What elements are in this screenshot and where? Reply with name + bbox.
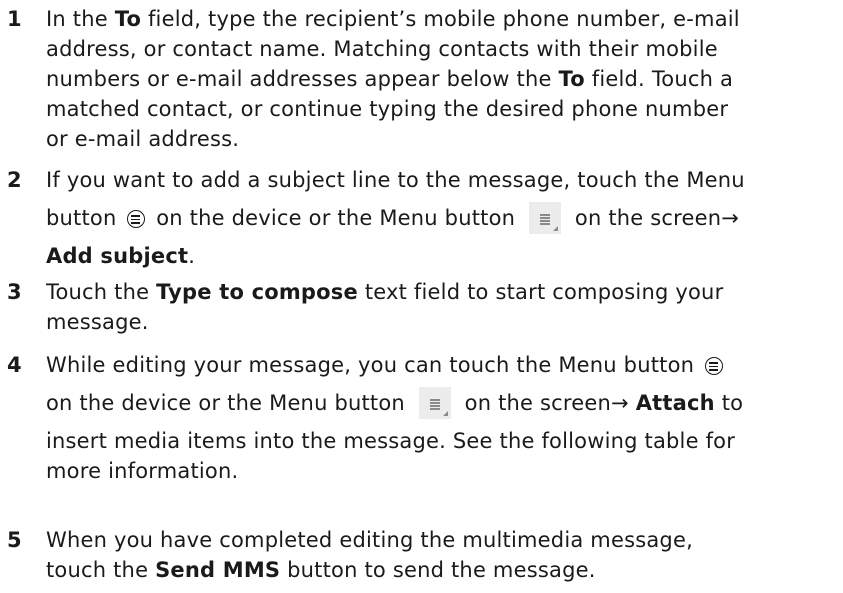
step-number: 2: [7, 168, 22, 192]
text-line: In the To field, type the recipient’s mo…: [46, 7, 740, 31]
step-number: 4: [7, 353, 22, 377]
step-text: When you have completed editing the mult…: [46, 525, 836, 585]
text-line: message.: [46, 310, 149, 334]
screen-menu-icon: [529, 202, 562, 234]
text-line: or e-mail address.: [46, 127, 240, 151]
text-line: insert media items into the message. See…: [46, 429, 736, 453]
text-line: button on the device or the Menu button …: [46, 195, 836, 241]
text-line: numbers or e-mail addresses appear below…: [46, 67, 734, 91]
step-text: In the To field, type the recipient’s mo…: [46, 4, 836, 154]
text-line: address, or contact name. Matching conta…: [46, 37, 718, 61]
step-number: 1: [7, 7, 22, 31]
step-text: Touch the Type to compose text field to …: [46, 277, 836, 337]
text-line: If you want to add a subject line to the…: [46, 168, 745, 192]
step-number: 3: [7, 280, 22, 304]
text-line: on the device or the Menu button on the …: [46, 380, 836, 426]
step-number: 5: [7, 528, 22, 552]
phone-menu-icon: [127, 210, 146, 228]
text-line: When you have completed editing the mult…: [46, 528, 693, 552]
phone-menu-icon: [705, 357, 724, 375]
text-line: matched contact, or continue typing the …: [46, 97, 729, 121]
text-line: touch the Send MMS button to send the me…: [46, 558, 596, 582]
text-line: Add subject.: [46, 244, 196, 268]
text-line: Touch the Type to compose text field to …: [46, 280, 724, 304]
instruction-steps: 1 In the To field, type the recipient’s …: [0, 0, 843, 593]
step-text: While editing your message, you can touc…: [46, 350, 836, 486]
text-line: more information.: [46, 459, 239, 483]
screen-menu-icon: [418, 387, 451, 419]
text-line: While editing your message, you can touc…: [46, 350, 836, 380]
step-text: If you want to add a subject line to the…: [46, 165, 836, 271]
